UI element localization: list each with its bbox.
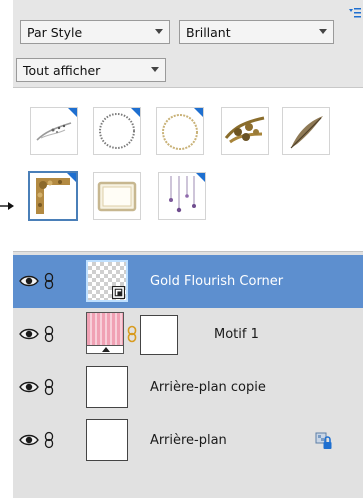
layer-row-background[interactable]: Arrière-plan: [13, 414, 363, 467]
mask-link-icon[interactable]: [127, 325, 137, 343]
layer-row-gold-flourish-corner[interactable]: Gold Flourish Corner: [13, 255, 363, 308]
layer-name: Arrière-plan: [150, 433, 227, 448]
eye-icon[interactable]: [19, 327, 39, 341]
link-icon[interactable]: [43, 378, 55, 396]
show-all-value: Tout afficher: [23, 62, 101, 78]
link-icon[interactable]: [43, 431, 55, 449]
layer-thumbnail: [86, 366, 128, 408]
eye-icon[interactable]: [19, 380, 39, 394]
triangle-icon: [102, 347, 110, 352]
filter-by-value: Par Style: [27, 24, 83, 40]
badge-icon: [131, 108, 140, 117]
style-dropdown[interactable]: Brillant: [179, 20, 334, 44]
badge-icon: [196, 173, 205, 182]
thumbnail-gold-circle[interactable]: [156, 107, 204, 155]
link-icon[interactable]: [43, 325, 55, 343]
layer-thumbnail: [86, 312, 124, 354]
thumbnail-feather-quill[interactable]: [282, 107, 330, 155]
arrow-pointer-icon: [0, 202, 14, 210]
thumbnail-beaded-circle[interactable]: [93, 107, 141, 155]
layers-panel: Gold Flourish Corner Motif 1 Arrière-pla…: [13, 251, 363, 498]
layer-row-motif-1[interactable]: Motif 1: [13, 308, 363, 361]
thumbnail-bottom-strip: [87, 345, 123, 353]
style-value: Brillant: [186, 24, 231, 40]
chevron-down-icon: [151, 67, 159, 72]
gold-flourish-branch-graphic: [224, 116, 265, 144]
thumbnail-feather-swirl[interactable]: [30, 107, 78, 155]
thumbnail-hanging-ornaments[interactable]: [158, 172, 206, 220]
layer-thumbnail: [86, 260, 128, 302]
eye-icon[interactable]: [19, 274, 39, 288]
badge-icon: [67, 173, 76, 182]
feather-quill-graphic: [290, 116, 323, 149]
graphics-thumbnail-grid: [13, 88, 363, 250]
layer-thumbnail: [86, 419, 128, 461]
thumbnail-gold-flourish-corner[interactable]: [28, 171, 78, 221]
ornate-rectangle-frame-graphic: [97, 181, 137, 212]
layer-name: Arrière-plan copie: [150, 380, 266, 395]
lock-icon[interactable]: [315, 432, 333, 450]
thumbnail-gold-flourish-branch[interactable]: [221, 107, 269, 155]
layer-name: Motif 1: [214, 327, 259, 342]
chevron-down-icon: [319, 29, 327, 34]
badge-icon: [194, 108, 203, 117]
thumbnail-ornate-rectangle[interactable]: [93, 172, 141, 220]
smart-object-icon: [112, 286, 125, 299]
link-icon[interactable]: [43, 272, 55, 290]
panel-menu-icon[interactable]: [349, 7, 361, 19]
show-all-dropdown[interactable]: Tout afficher: [16, 58, 166, 82]
chevron-down-icon: [155, 29, 163, 34]
layer-mask-thumbnail[interactable]: [140, 315, 178, 355]
layer-row-background-copy[interactable]: Arrière-plan copie: [13, 361, 363, 414]
filter-by-dropdown[interactable]: Par Style: [20, 20, 170, 44]
layer-name: Gold Flourish Corner: [150, 274, 284, 289]
eye-icon[interactable]: [19, 433, 39, 447]
badge-icon: [68, 108, 77, 117]
graphics-panel: Par Style Brillant Tout afficher: [13, 0, 363, 250]
